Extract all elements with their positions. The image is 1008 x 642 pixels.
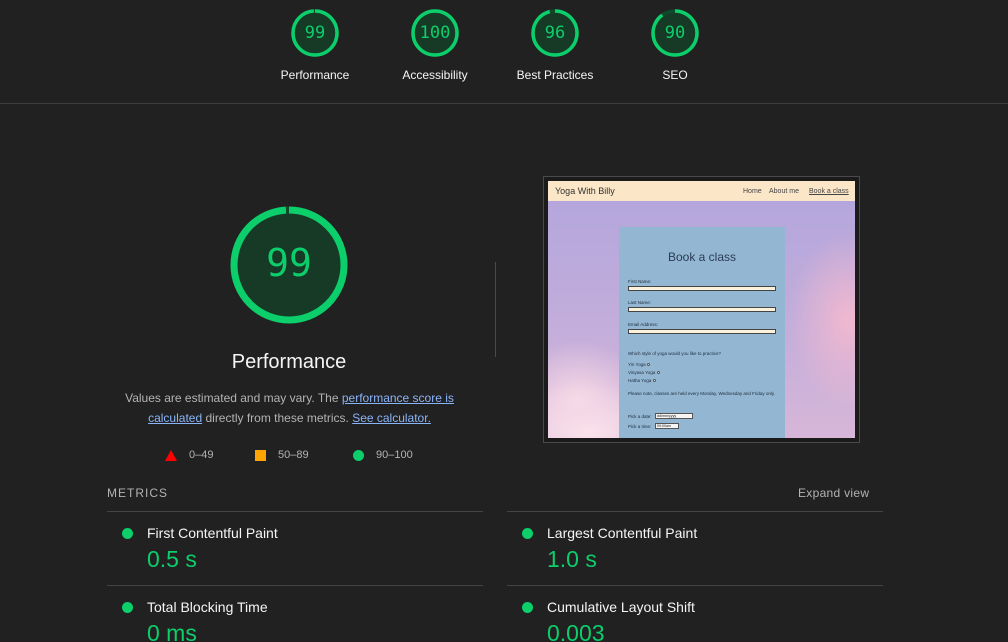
gauge-ring: 99 (290, 8, 340, 58)
pass-circle-icon (122, 602, 133, 613)
pass-circle-icon (522, 528, 533, 539)
legend-average: 50–89 (255, 447, 309, 463)
vertical-divider (495, 262, 496, 357)
description-text: Values are estimated and may vary. The (125, 391, 342, 405)
gauge-score: 96 (544, 23, 566, 43)
legend-label: 50–89 (278, 449, 309, 461)
thumb-option-hatha: Hatha Yoga (628, 378, 652, 383)
gauge-score: 90 (664, 23, 686, 43)
performance-score: 99 (266, 241, 312, 285)
thumb-email-label: Email Address: (628, 322, 659, 327)
thumb-first-name-label: First Name: (628, 279, 652, 284)
metric-largest-contentful-paint: Largest Contentful Paint 1.0 s (507, 512, 883, 572)
see-calculator-link[interactable]: See calculator. (352, 411, 431, 425)
metric-name: Largest Contentful Paint (547, 525, 698, 541)
thumb-nav-book: Book a class (809, 188, 849, 195)
thumb-radio (647, 363, 650, 366)
thumb-option-vinyasa: Vinyasa Yoga (628, 370, 656, 375)
final-screenshot-frame[interactable]: Yoga With Billy Home About me Book a cla… (543, 176, 860, 443)
gauge-ring: 100 (410, 8, 460, 58)
metric-first-contentful-paint: First Contentful Paint 0.5 s (107, 512, 483, 572)
thumb-email-input (628, 329, 776, 334)
pass-circle-icon (522, 602, 533, 613)
gauge-score: 100 (419, 23, 451, 43)
metric-value: 0 ms (147, 620, 197, 642)
gauge-accessibility[interactable]: 100 Accessibility (375, 8, 495, 82)
circle-icon (353, 449, 364, 461)
thumb-option-yin: Yin Yoga (628, 362, 646, 367)
metrics-heading: METRICS (107, 486, 168, 500)
thumb-last-name-input (628, 307, 776, 312)
gauge-ring: 96 (530, 8, 580, 58)
thumb-date-label: Pick a date: (628, 414, 652, 419)
thumb-time-label: Pick a time: (628, 424, 652, 429)
gauge-seo[interactable]: 90 SEO (615, 8, 735, 82)
expand-view-toggle[interactable]: Expand view (798, 486, 869, 500)
gauge-label: SEO (662, 68, 688, 82)
metric-value: 0.5 s (147, 546, 197, 572)
metric-value: 0.003 (547, 620, 605, 642)
performance-description: Values are estimated and may vary. The p… (112, 388, 467, 428)
thumb-form-card: Book a class First Name: Last Name: Emai… (619, 227, 785, 438)
thumb-radio (657, 371, 660, 374)
description-text: directly from these metrics. (202, 411, 353, 425)
thumb-last-name-label: Last Name: (628, 300, 652, 305)
thumb-question: Which style of yoga would you like to pr… (628, 351, 722, 356)
metric-total-blocking-time: Total Blocking Time 0 ms (107, 586, 483, 642)
square-icon (255, 449, 266, 461)
gauge-best-practices[interactable]: 96 Best Practices (495, 8, 615, 82)
thumb-radio (653, 379, 656, 382)
metric-name: Total Blocking Time (147, 599, 268, 615)
thumb-note: Please note, classes are held every Mond… (628, 391, 776, 396)
thumb-time-select: 09:00am (655, 423, 679, 429)
thumb-form-title: Book a class (667, 250, 737, 264)
category-scores-bar: 99 Performance 100 Accessibility 96 Best… (0, 0, 1008, 104)
triangle-icon (165, 449, 177, 461)
gauge-label: Best Practices (516, 68, 594, 82)
pass-circle-icon (122, 528, 133, 539)
thumb-nav-about: About me (769, 188, 799, 195)
metric-name: First Contentful Paint (147, 525, 278, 541)
legend-label: 0–49 (189, 449, 214, 461)
gauge-score: 99 (304, 23, 326, 43)
metric-name: Cumulative Layout Shift (547, 599, 695, 615)
legend-fail: 0–49 (165, 447, 213, 463)
metric-cumulative-layout-shift: Cumulative Layout Shift 0.003 (507, 586, 883, 642)
metric-value: 1.0 s (547, 546, 597, 572)
thumb-date-input: dd/mm/yyyy (655, 413, 693, 419)
legend-label: 90–100 (376, 449, 413, 461)
performance-gauge-large: 99 (228, 204, 350, 326)
thumb-navbar: Yoga With Billy Home About me Book a cla… (548, 181, 855, 201)
thumb-nav-home: Home (743, 188, 762, 195)
performance-title: Performance (231, 351, 347, 373)
gauge-performance[interactable]: 99 Performance (255, 8, 375, 82)
thumb-brand: Yoga With Billy (555, 186, 615, 196)
legend-pass: 90–100 (353, 447, 413, 463)
final-screenshot: Yoga With Billy Home About me Book a cla… (548, 181, 855, 438)
gauge-ring: 90 (650, 8, 700, 58)
thumb-first-name-input (628, 286, 776, 291)
gauge-label: Accessibility (402, 68, 468, 82)
gauge-label: Performance (280, 68, 350, 82)
